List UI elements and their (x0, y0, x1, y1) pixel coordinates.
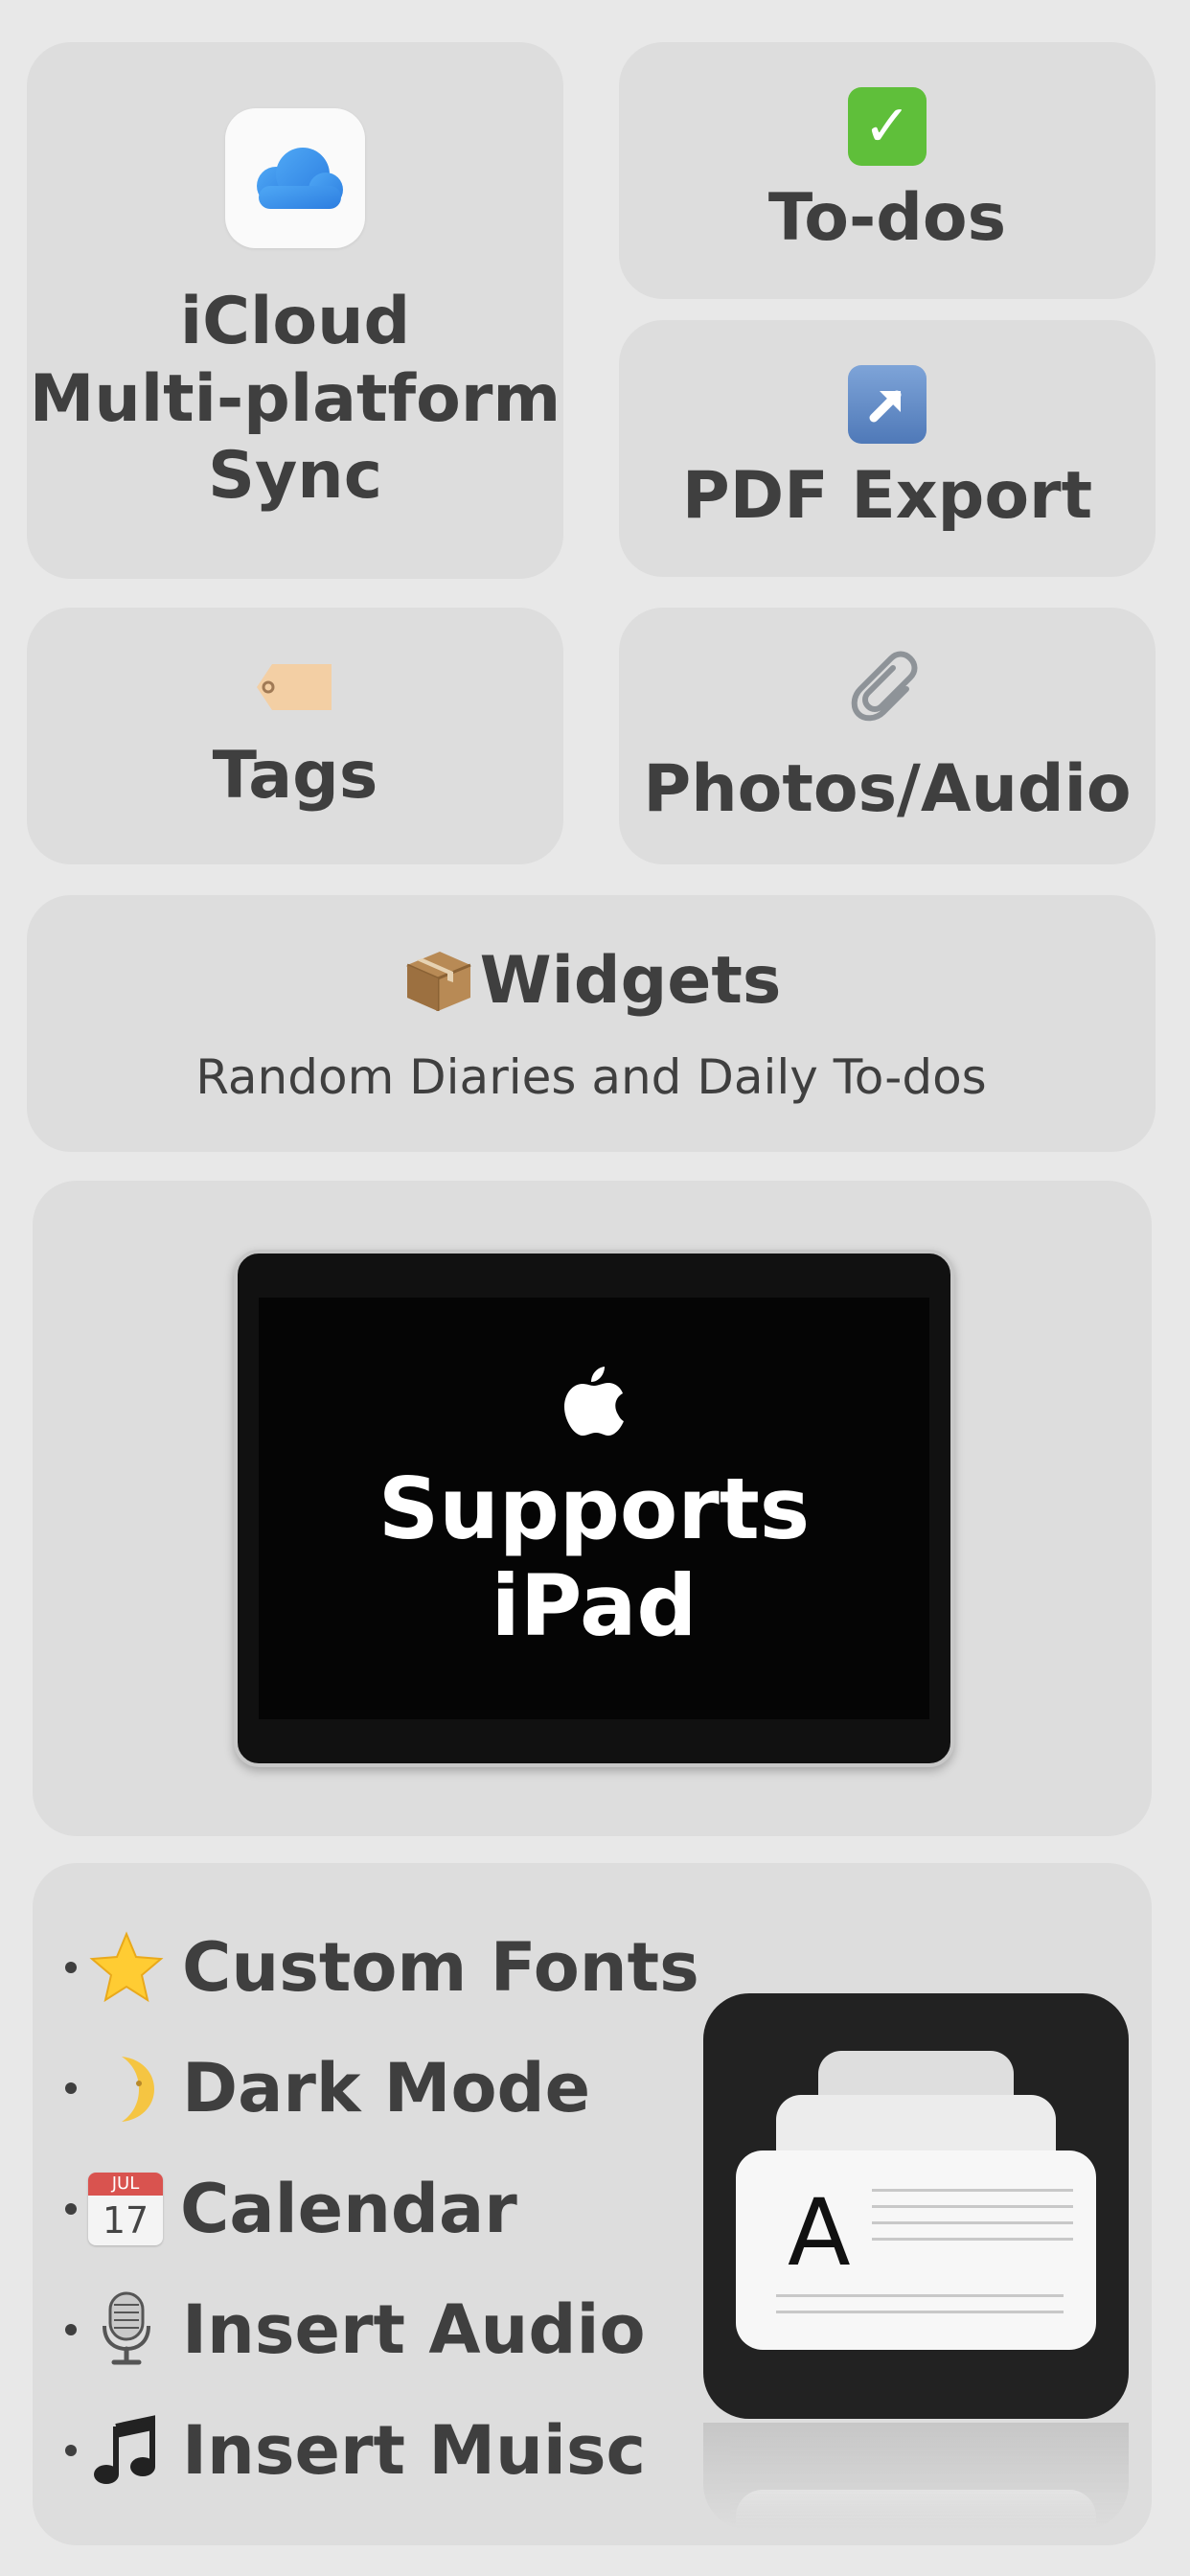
app-icon-letter: A (788, 2179, 851, 2287)
feature-label: Dark Mode (182, 2049, 591, 2128)
widgets-title: Widgets (479, 942, 782, 1019)
bullet (65, 2203, 77, 2215)
bullet (65, 2324, 77, 2335)
tag-icon (255, 660, 335, 718)
widgets-card: Widgets Random Diaries and Daily To-dos (27, 895, 1156, 1152)
ipad-device: Supports iPad (234, 1250, 954, 1767)
feature-item-insert-audio: Insert Audio (65, 2269, 699, 2390)
calendar-day: 17 (102, 2199, 149, 2242)
feature-list: Custom Fonts Dark Mode JUL 17 Calendar I… (65, 1907, 699, 2511)
ipad-line-2: iPad (491, 1556, 698, 1655)
icloud-sync-card: iCloud Multi-platform Sync (27, 42, 563, 579)
feature-label: Insert Audio (182, 2290, 646, 2369)
feature-label: Insert Muisc (182, 2411, 647, 2490)
star-icon (88, 1929, 165, 2006)
tags-label: Tags (212, 737, 378, 814)
photos-audio-card: Photos/Audio (619, 608, 1156, 864)
bullet (65, 2082, 77, 2094)
feature-item-calendar: JUL 17 Calendar (65, 2149, 699, 2269)
app-icon-lines (872, 2189, 1073, 2254)
pdf-export-card: PDF Export (619, 320, 1156, 577)
ipad-screen: Supports iPad (259, 1298, 929, 1719)
feature-label: Calendar (180, 2170, 517, 2248)
feature-item-insert-music: Insert Muisc (65, 2390, 699, 2511)
microphone-icon (88, 2291, 165, 2368)
calendar-month: JUL (88, 2173, 163, 2196)
widgets-subtitle: Random Diaries and Daily To-dos (195, 1049, 987, 1105)
feature-item-custom-fonts: Custom Fonts (65, 1907, 699, 2028)
icloud-line-3: Sync (207, 438, 383, 515)
up-right-arrow-icon (848, 364, 927, 444)
moon-icon (88, 2050, 165, 2127)
bullet (65, 2445, 77, 2456)
app-icon: A (703, 1993, 1129, 2419)
ipad-line-1: Supports (378, 1459, 811, 1558)
feature-label: Custom Fonts (182, 1928, 699, 2007)
paperclip-icon (847, 647, 927, 731)
ipad-card: Supports iPad (33, 1181, 1152, 1836)
music-note-icon (88, 2412, 165, 2489)
todos-label: To-dos (767, 179, 1007, 256)
photos-audio-label: Photos/Audio (643, 750, 1132, 827)
package-icon (401, 942, 476, 1021)
tags-card: Tags (27, 608, 563, 864)
feature-item-dark-mode: Dark Mode (65, 2028, 699, 2149)
todos-card: ✓ To-dos (619, 42, 1156, 299)
check-mark-icon: ✓ (848, 86, 927, 166)
calendar-icon: JUL 17 (88, 2173, 163, 2245)
app-icon-front-card: A (736, 2150, 1096, 2350)
icloud-app-icon (225, 107, 365, 248)
pdf-export-label: PDF Export (681, 457, 1093, 534)
icloud-line-1: iCloud (179, 283, 411, 359)
app-icon-bottom-lines (776, 2294, 1064, 2313)
bullet (65, 1962, 77, 1973)
icloud-line-2: Multi-platform (29, 360, 561, 437)
cloud-icon (257, 147, 343, 209)
app-icon-reflection (703, 2423, 1129, 2530)
apple-logo-icon (562, 1363, 626, 1441)
